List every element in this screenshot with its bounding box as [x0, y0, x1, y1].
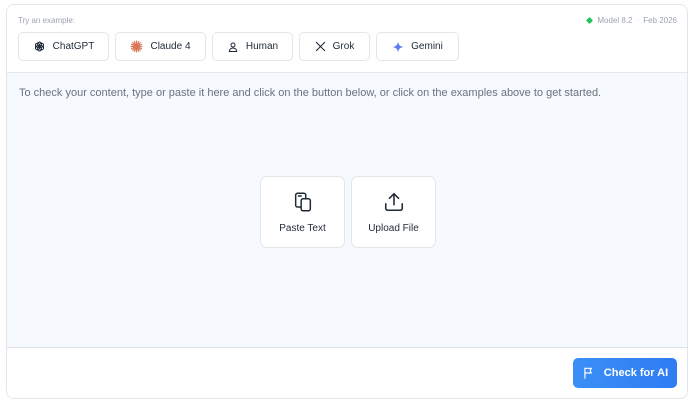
upload-file-button[interactable]: Upload File	[351, 176, 436, 248]
claude-icon	[130, 40, 143, 53]
example-label: Human	[245, 41, 279, 52]
example-label: Claude 4	[150, 41, 191, 52]
meta-separator: ·	[636, 16, 640, 25]
check-for-ai-button[interactable]: Check for AI	[573, 358, 677, 388]
example-claude-button[interactable]: Claude 4	[115, 32, 206, 61]
flag-icon	[584, 367, 592, 379]
example-chatgpt-button[interactable]: ChatGPT	[18, 32, 109, 61]
model-version: Model 8.2	[597, 16, 633, 25]
example-label: ChatGPT	[52, 41, 95, 52]
gemini-sparkle-icon	[392, 41, 404, 52]
upload-icon	[384, 192, 403, 211]
model-date: Feb 2026	[643, 16, 677, 25]
model-info: Model 8.2 · Feb 2026	[586, 16, 677, 25]
example-gemini-button[interactable]: Gemini	[376, 32, 459, 61]
examples-bar: Try an example: Model 8.2 · Feb 2026 Cha…	[7, 5, 687, 73]
status-diamond-icon	[586, 16, 594, 25]
example-label: Gemini	[411, 41, 443, 52]
input-placeholder-hint: To check your content, type or paste it …	[19, 87, 602, 99]
paste-text-button[interactable]: Paste Text	[260, 176, 345, 248]
example-label: Grok	[332, 41, 355, 52]
x-icon	[315, 41, 325, 52]
text-input-area[interactable]: To check your content, type or paste it …	[7, 73, 687, 348]
example-buttons: ChatGPT Claude 4 Human Grok Gemini	[18, 32, 459, 61]
detector-card: Try an example: Model 8.2 · Feb 2026 Cha…	[6, 4, 688, 399]
input-actions: Paste Text Upload File	[260, 176, 436, 248]
try-example-label: Try an example:	[18, 16, 76, 25]
footer-bar: Check for AI	[7, 348, 687, 398]
openai-icon	[34, 41, 44, 52]
example-human-button[interactable]: Human	[212, 32, 293, 61]
person-icon	[228, 42, 238, 52]
check-for-ai-label: Check for AI	[603, 367, 669, 379]
paste-text-label: Paste Text	[279, 222, 326, 234]
clipboard-paste-icon	[294, 192, 311, 211]
example-grok-button[interactable]: Grok	[299, 32, 370, 61]
upload-file-label: Upload File	[368, 222, 419, 234]
